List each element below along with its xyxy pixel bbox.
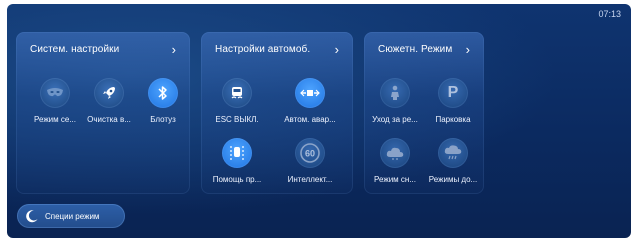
- moon-icon: [26, 210, 38, 223]
- sleep-cloud-icon: [380, 138, 410, 168]
- eye-mask-icon: [40, 78, 70, 108]
- bluetooth-icon: [148, 78, 178, 108]
- card-vehicle-settings-header[interactable]: Настройки автомоб. ›: [201, 32, 353, 66]
- status-clock: 07:13: [598, 9, 621, 19]
- item-intelligent-speed[interactable]: 60 Интеллект...: [281, 138, 339, 184]
- item-label: ESC ВЫКЛ.: [215, 115, 259, 124]
- item-label: Помощь пр...: [212, 175, 262, 184]
- item-label: Парковка: [435, 115, 471, 124]
- chevron-right-icon: ›: [171, 41, 176, 57]
- lane-assist-icon: [222, 138, 252, 168]
- card-title: Сюжетн. Режим: [378, 43, 453, 55]
- item-label: Режим се...: [33, 115, 76, 124]
- item-label: Очистка в...: [87, 115, 131, 124]
- parking-icon: P: [438, 78, 468, 108]
- card-title: Систем. настройки: [30, 43, 120, 55]
- item-label: Интеллект...: [287, 175, 333, 184]
- chevron-right-icon: ›: [334, 41, 339, 57]
- item-cleanup[interactable]: Очистка в...: [80, 78, 138, 124]
- speed-limit-value: 60: [305, 149, 315, 159]
- child-care-icon: [380, 78, 410, 108]
- item-label: Блотуз: [150, 115, 176, 124]
- item-rain-mode[interactable]: Режимы до...: [424, 138, 482, 184]
- rocket-icon: [94, 78, 124, 108]
- card-system-settings: Систем. настройки › Режим се... Очистка …: [16, 32, 190, 194]
- item-parking[interactable]: P Парковка: [424, 78, 482, 124]
- item-sleep-mode[interactable]: Режим сн...: [366, 138, 424, 184]
- item-screen-mode[interactable]: Режим се...: [26, 78, 84, 124]
- special-mode-button[interactable]: Специи режим: [17, 204, 125, 228]
- special-mode-label: Специи режим: [45, 211, 100, 221]
- item-label: Уход за ре...: [372, 115, 418, 124]
- item-label: Режимы до...: [428, 175, 478, 184]
- auto-hazard-icon: [295, 78, 325, 108]
- card-vehicle-settings: Настройки автомоб. › ESC ВЫКЛ. Автом. ав…: [201, 32, 353, 194]
- speed-limit-icon: 60: [295, 138, 325, 168]
- rain-cloud-icon: [438, 138, 468, 168]
- item-lane-assist[interactable]: Помощь пр...: [208, 138, 266, 184]
- item-child-care[interactable]: Уход за ре...: [366, 78, 424, 124]
- chevron-right-icon: ›: [465, 41, 470, 57]
- esc-off-icon: [222, 78, 252, 108]
- parking-letter: P: [447, 84, 459, 101]
- item-bluetooth[interactable]: Блотуз: [134, 78, 192, 124]
- item-label: Автом. авар...: [284, 115, 336, 124]
- item-auto-hazard[interactable]: Автом. авар...: [281, 78, 339, 124]
- item-esc-off[interactable]: ESC ВЫКЛ.: [208, 78, 266, 124]
- card-system-settings-header[interactable]: Систем. настройки ›: [16, 32, 190, 66]
- item-label: Режим сн...: [374, 175, 416, 184]
- card-title: Настройки автомоб.: [215, 43, 311, 55]
- card-scene-mode-header[interactable]: Сюжетн. Режим ›: [364, 32, 484, 66]
- card-scene-mode: Сюжетн. Режим › Уход за ре... P Парковка…: [364, 32, 484, 194]
- infotainment-screen: 07:13 Систем. настройки › Режим се... Оч…: [7, 4, 631, 238]
